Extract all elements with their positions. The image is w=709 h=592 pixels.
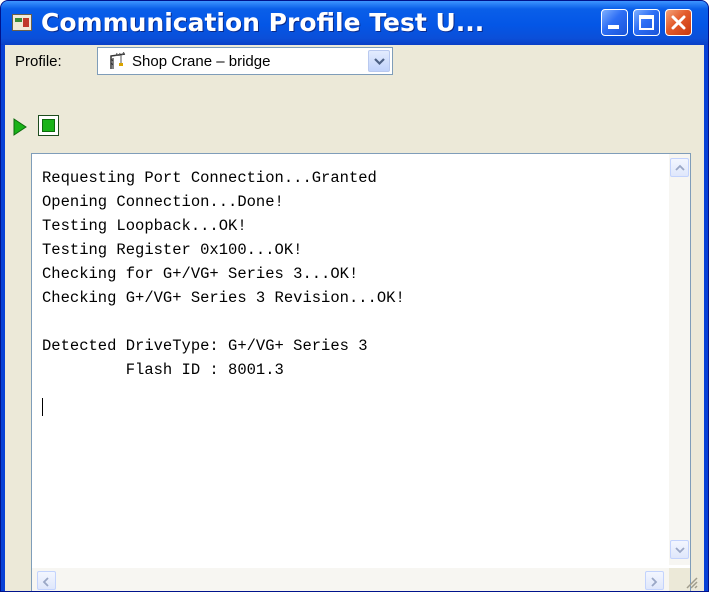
text-caret: [42, 398, 43, 416]
scroll-down-button[interactable]: [670, 540, 689, 559]
minimize-button[interactable]: [601, 9, 628, 36]
horizontal-scrollbar[interactable]: [32, 568, 669, 591]
scroll-right-button[interactable]: [645, 571, 664, 590]
chevron-left-icon: [42, 577, 49, 587]
log-line: Testing Loopback...OK!: [42, 217, 247, 235]
log-text: Requesting Port Connection...Granted Ope…: [42, 166, 405, 382]
log-output[interactable]: Requesting Port Connection...Granted Ope…: [31, 153, 691, 591]
chevron-down-icon: [374, 58, 385, 66]
close-icon: [671, 15, 686, 30]
client-area: Profile: Shop Crane – bridge Requesting …: [5, 45, 704, 591]
vertical-scrollbar[interactable]: [669, 154, 690, 565]
crane-icon: [110, 52, 126, 69]
log-line: Checking G+/VG+ Series 3 Revision...OK!: [42, 289, 405, 307]
chevron-up-icon: [675, 164, 685, 171]
log-line: Testing Register 0x100...OK!: [42, 241, 303, 259]
log-line: Detected DriveType: G+/VG+ Series 3: [42, 337, 368, 355]
log-line: Requesting Port Connection...Granted: [42, 169, 377, 187]
app-icon: [12, 14, 32, 31]
play-icon[interactable]: [12, 117, 28, 137]
profile-label: Profile:: [15, 53, 62, 70]
log-line: Opening Connection...Done!: [42, 193, 284, 211]
log-line: Checking for G+/VG+ Series 3...OK!: [42, 265, 359, 283]
profile-value: Shop Crane – bridge: [132, 53, 271, 70]
stop-button[interactable]: [38, 115, 59, 136]
scroll-left-button[interactable]: [37, 571, 56, 590]
window-title: Communication Profile Test U...: [41, 8, 485, 37]
chevron-right-icon: [651, 577, 658, 587]
profile-dropdown[interactable]: Shop Crane – bridge: [97, 47, 393, 75]
dropdown-button[interactable]: [368, 50, 390, 72]
chevron-down-icon: [675, 547, 685, 554]
scroll-up-button[interactable]: [670, 158, 689, 177]
resize-grip-icon[interactable]: [684, 575, 698, 589]
maximize-button[interactable]: [633, 9, 660, 36]
app-window: Communication Profile Test U... Profile:…: [0, 0, 709, 592]
close-button[interactable]: [665, 9, 692, 36]
title-bar[interactable]: Communication Profile Test U...: [1, 1, 708, 45]
log-line: Flash ID : 8001.3: [42, 361, 284, 379]
